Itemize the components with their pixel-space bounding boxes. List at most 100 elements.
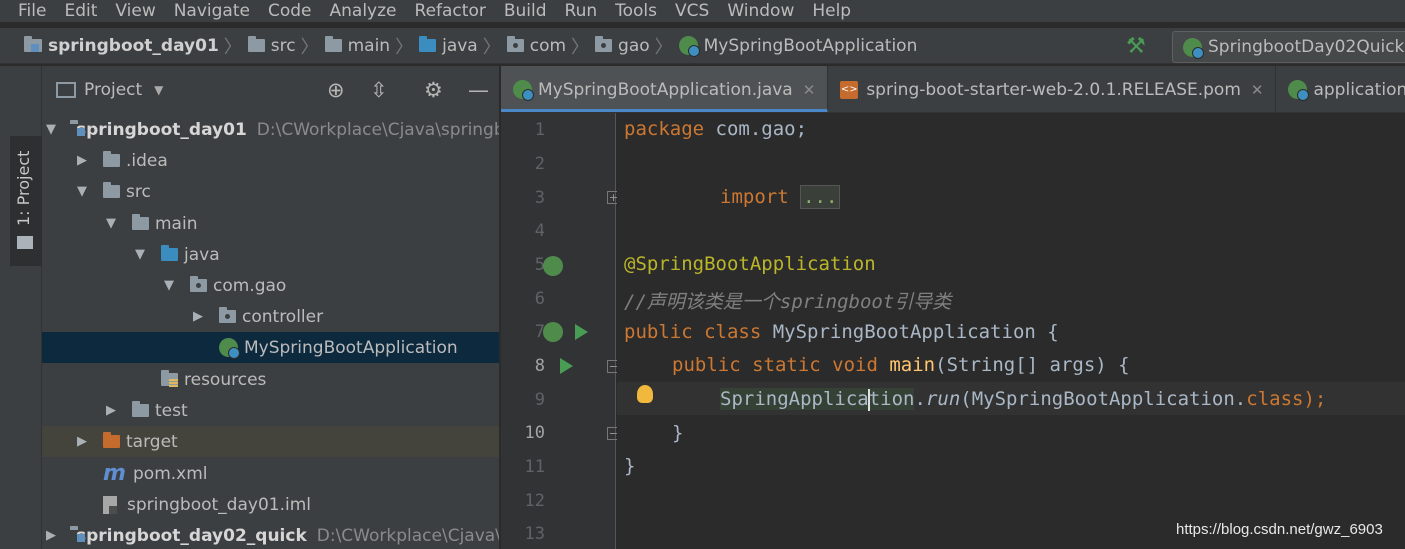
chevron-right-icon[interactable]: ▶ <box>75 434 89 449</box>
run-config-select[interactable]: SpringbootDay02Quick <box>1172 31 1405 63</box>
lightbulb-icon[interactable] <box>637 385 653 403</box>
project-panel-header: Project ▼ ⊕ ⇳ ⚙ — <box>42 66 499 114</box>
editor-gutter: 1 2 3 4 5 6 7 8 9 10 11 12 13 + − − <box>501 113 620 549</box>
line-number: 4 <box>534 221 545 241</box>
menu-refactor[interactable]: Refactor <box>406 0 495 22</box>
chevron-down-icon[interactable]: ▼ <box>104 216 118 231</box>
tree-item-test[interactable]: ▶ test <box>42 395 499 426</box>
spring-bean-gutter-icon[interactable] <box>543 256 563 276</box>
spring-class-icon <box>678 36 700 57</box>
menu-vcs[interactable]: VCS <box>666 0 718 22</box>
package-icon <box>190 276 207 292</box>
left-tool-strip: 1: Project <box>0 66 42 549</box>
tab-myspringbootapplication-java[interactable]: MySpringBootApplication.java ✕ <box>501 66 829 112</box>
menu-file[interactable]: File <box>0 0 55 22</box>
spring-boot-icon <box>1183 37 1204 59</box>
menu-code[interactable]: Code <box>259 0 321 22</box>
folder-icon <box>132 214 149 230</box>
package-icon <box>219 307 236 323</box>
package-icon <box>595 36 613 52</box>
code-editor[interactable]: package com.gao; import ... @SpringBootA… <box>617 113 1405 549</box>
locate-icon[interactable]: ⊕ <box>327 78 345 102</box>
tree-item-springboot-day01[interactable]: ▼ springboot_day01 D:\CWorkplace\Cjava\sp… <box>42 114 499 145</box>
watermark-text: https://blog.csdn.net/gwz_6903 <box>1176 521 1383 538</box>
line-number: 5 <box>534 255 545 275</box>
breadcrumb-item-main[interactable]: main 〉 <box>324 33 419 59</box>
build-hammer-icon[interactable]: ⚒ <box>1126 34 1146 59</box>
breadcrumb-item-java[interactable]: java 〉 <box>419 33 507 59</box>
line-number: 7 <box>534 322 545 342</box>
chevron-down-icon[interactable]: ▼ <box>46 122 56 137</box>
chevron-right-icon[interactable]: ▶ <box>46 528 56 543</box>
tree-item-resources[interactable]: resources <box>42 364 499 395</box>
tree-item-target[interactable]: ▶ target <box>42 426 499 457</box>
code-line-3: import ... <box>720 185 841 209</box>
close-icon[interactable]: ✕ <box>803 81 816 99</box>
folded-imports[interactable]: ... <box>800 185 841 209</box>
breadcrumb-item-project[interactable]: springboot_day01 〉 <box>24 33 248 59</box>
line-number: 12 <box>524 491 545 511</box>
chevron-down-icon[interactable]: ▼ <box>133 247 147 262</box>
tree-item-idea[interactable]: ▶ .idea <box>42 145 499 176</box>
spring-class-icon <box>219 338 240 359</box>
run-icon[interactable] <box>575 324 588 340</box>
menu-navigate[interactable]: Navigate <box>165 0 259 22</box>
spring-config-icon <box>1288 80 1310 101</box>
chevron-down-icon[interactable]: ▼ <box>154 83 163 97</box>
folder-icon <box>103 151 120 167</box>
tree-item-springboot-day02-quick[interactable]: ▶ springboot_day02_quick D:\CWorkplace\Cj… <box>42 520 499 549</box>
tree-item-main[interactable]: ▼ main <box>42 208 499 239</box>
line-number: 13 <box>524 524 545 544</box>
line-number: 6 <box>534 289 545 309</box>
breadcrumb-item-class[interactable]: MySpringBootApplication <box>678 36 917 57</box>
tab-starter-web-pom[interactable]: <> spring-boot-starter-web-2.0.1.RELEASE… <box>828 66 1277 112</box>
chevron-right-icon[interactable]: ▶ <box>191 309 205 324</box>
menu-run[interactable]: Run <box>556 0 607 22</box>
run-icon[interactable] <box>560 358 573 374</box>
project-view-select[interactable]: Project <box>84 80 142 100</box>
tree-item-com-gao[interactable]: ▼ com.gao <box>42 270 499 301</box>
code-line-10: SpringApplication.run(MySpringBootApplic… <box>720 388 1327 411</box>
menu-build[interactable]: Build <box>495 0 556 22</box>
collapse-all-icon[interactable]: ⇳ <box>370 78 388 102</box>
tree-item-src[interactable]: ▼ src <box>42 176 499 207</box>
module-file-icon <box>103 495 117 514</box>
tree-item-iml[interactable]: springboot_day01.iml <box>42 489 499 520</box>
tree-item-pom-xml[interactable]: m pom.xml <box>42 458 499 489</box>
folder-icon <box>324 36 342 52</box>
spring-bean-gutter-icon[interactable] <box>543 322 563 342</box>
folder-icon <box>103 182 120 198</box>
breadcrumb-item-gao[interactable]: gao 〉 <box>595 33 679 59</box>
tree-item-controller[interactable]: ▶ controller <box>42 301 499 332</box>
code-line-8: public class MySpringBootApplication { <box>624 321 1059 343</box>
source-folder-icon <box>419 36 437 52</box>
tab-application[interactable]: application. <box>1276 66 1405 112</box>
folder-icon <box>247 36 265 52</box>
breadcrumb-item-src[interactable]: src 〉 <box>247 33 325 59</box>
menu-edit[interactable]: Edit <box>55 0 106 22</box>
line-number: 3 <box>534 188 545 208</box>
project-tool-button[interactable]: 1: Project <box>10 136 42 266</box>
menu-window[interactable]: Window <box>718 0 803 22</box>
menu-help[interactable]: Help <box>803 0 860 22</box>
hide-icon[interactable]: — <box>468 78 489 102</box>
tree-item-myspringbootapplication[interactable]: MySpringBootApplication <box>42 332 499 363</box>
source-folder-icon <box>161 245 178 261</box>
maven-icon: m <box>103 461 126 486</box>
breadcrumb-item-com[interactable]: com 〉 <box>506 33 595 59</box>
chevron-right-icon[interactable]: ▶ <box>75 153 89 168</box>
chevron-down-icon[interactable]: ▼ <box>75 184 89 199</box>
menu-bar: File Edit View Navigate Code Analyze Ref… <box>0 0 1405 22</box>
gear-icon[interactable]: ⚙ <box>424 78 443 102</box>
run-config-label: SpringbootDay02Quick <box>1208 37 1405 57</box>
project-tool-label: 1: Project <box>14 150 33 226</box>
chevron-right-icon[interactable]: ▶ <box>104 403 118 418</box>
close-icon[interactable]: ✕ <box>1251 81 1264 99</box>
line-number: 2 <box>534 154 545 174</box>
menu-view[interactable]: View <box>106 0 164 22</box>
tree-item-java[interactable]: ▼ java <box>42 239 499 270</box>
chevron-down-icon[interactable]: ▼ <box>162 278 176 293</box>
menu-analyze[interactable]: Analyze <box>321 0 406 22</box>
menu-tools[interactable]: Tools <box>606 0 666 22</box>
code-line-11: } <box>672 422 684 444</box>
